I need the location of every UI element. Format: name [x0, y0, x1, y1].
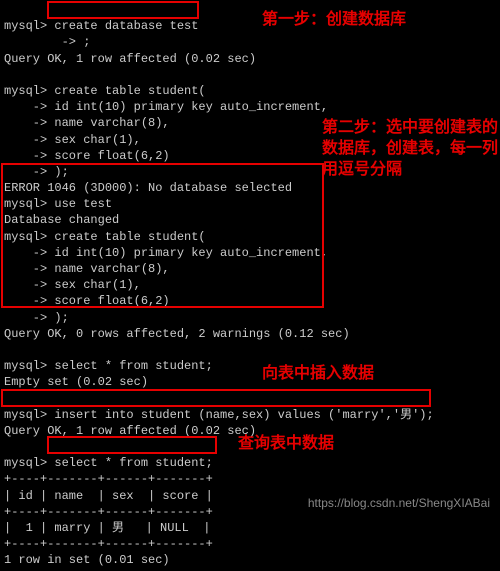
watermark-text: https://blog.csdn.net/ShengXIABai [308, 496, 490, 510]
line: -> score float(6,2) [4, 294, 170, 308]
line: -> ); [4, 311, 69, 325]
line: Query OK, 0 rows affected, 2 warnings (0… [4, 327, 350, 341]
line: mysql> create table student( [4, 84, 206, 98]
line: +----+-------+------+-------+ [4, 537, 213, 551]
line: -> name varchar(8), [4, 116, 170, 130]
line: ERROR 1046 (3D000): No database selected [4, 181, 292, 195]
line: mysql> create database test [4, 19, 198, 33]
terminal-output: mysql> create database test -> ; Query O… [0, 0, 500, 571]
line: mysql> select * from student; [4, 359, 213, 373]
line: -> name varchar(8), [4, 262, 170, 276]
line: | id | name | sex | score | [4, 489, 213, 503]
line: -> id int(10) primary key auto_increment… [4, 246, 328, 260]
line: -> sex char(1), [4, 278, 141, 292]
line: | 1 | marry | 男 | NULL | [4, 521, 210, 535]
line: mysql> create table student( [4, 230, 206, 244]
line: Query OK, 1 row affected (0.02 sec) [4, 424, 256, 438]
line: mysql> select * from student; [4, 456, 213, 470]
line: Query OK, 1 row affected (0.02 sec) [4, 52, 256, 66]
line: 1 row in set (0.01 sec) [4, 553, 170, 567]
line: -> id int(10) primary key auto_increment… [4, 100, 328, 114]
line: -> sex char(1), [4, 133, 141, 147]
line: +----+-------+------+-------+ [4, 472, 213, 486]
line: mysql> use test [4, 197, 112, 211]
line: mysql> insert into student (name,sex) va… [4, 408, 434, 422]
line: -> score float(6,2) [4, 149, 170, 163]
line: Database changed [4, 213, 119, 227]
line: +----+-------+------+-------+ [4, 505, 213, 519]
line: -> ; [4, 35, 90, 49]
line: Empty set (0.02 sec) [4, 375, 148, 389]
line: -> ); [4, 165, 69, 179]
